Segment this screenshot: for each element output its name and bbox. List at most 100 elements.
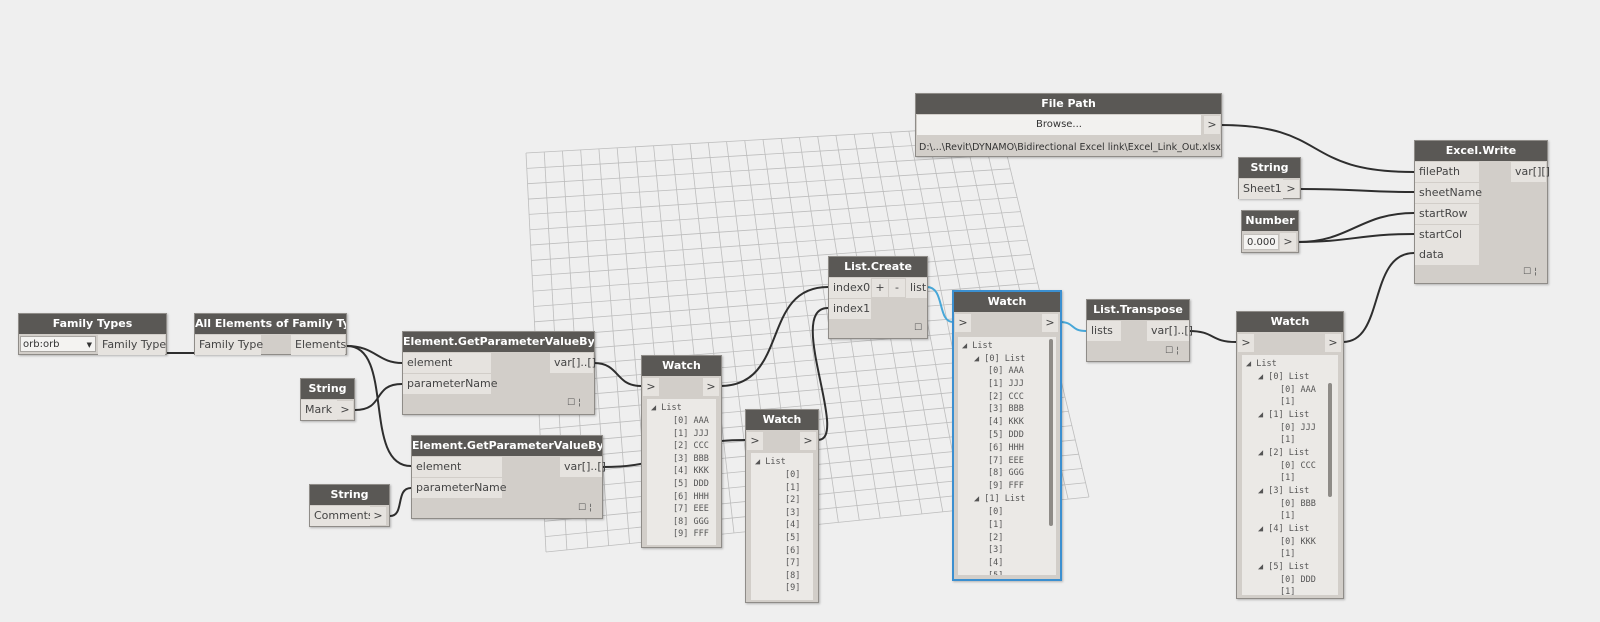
elements-output-port[interactable]: Elements	[291, 335, 346, 355]
collapse-icon[interactable]: ◢	[1258, 486, 1268, 496]
number-node[interactable]: Number 0.000 >	[1241, 210, 1299, 253]
list-transpose-title: List.Transpose	[1087, 300, 1189, 320]
list-group: ◢ [2] List	[1258, 448, 1309, 458]
watch-4-output-port[interactable]: >	[1325, 334, 1341, 352]
watch-node-1[interactable]: Watch > > ◢ List [0] AAA [1] JJJ [2] CCC [3…	[641, 355, 722, 548]
watch-node-3[interactable]: Watch > > ◢ List ◢ [0] List [0] AAA [1] J…	[952, 290, 1062, 581]
list-item: [1] JJJ	[673, 428, 709, 439]
startrow-input-port[interactable]: startRow	[1415, 204, 1479, 224]
watch-3-output-port[interactable]: >	[1042, 314, 1058, 332]
watch-3-panel: ◢ List ◢ [0] List [0] AAA [1] JJJ [2] CCC […	[958, 337, 1056, 575]
string-comments-value[interactable]: Comments	[310, 506, 374, 526]
preview-toggle-icon-3[interactable]: ☐	[914, 323, 922, 333]
collapse-icon[interactable]: ◢	[1258, 524, 1268, 534]
string-mark-output-port[interactable]: >	[337, 401, 353, 419]
family-type-input-port[interactable]: Family Type	[195, 335, 263, 355]
watch-4-panel: ◢ List ◢ [0] List [0] AAA [1] ◢ [1] List [0]…	[1242, 355, 1338, 595]
string-comments-output-port[interactable]: >	[370, 507, 386, 525]
number-output-port[interactable]: >	[1280, 233, 1296, 251]
parameter-name-input-port[interactable]: parameterName	[403, 374, 498, 394]
list-item: [1]	[1280, 511, 1296, 521]
index1-input-port[interactable]: index1	[829, 299, 871, 319]
list-transpose-node[interactable]: List.Transpose lists var[]..[] ☐ ¦	[1086, 299, 1193, 362]
collapse-icon[interactable]: ◢	[1258, 448, 1268, 458]
watch-1-output-port[interactable]: >	[703, 378, 719, 396]
preview-toggle-icon-5[interactable]: ☐ ¦	[1523, 267, 1537, 277]
transpose-output-port[interactable]: var[]..[]	[1147, 321, 1193, 341]
filepath-input-port[interactable]: filePath	[1415, 162, 1479, 182]
watch-4-scrollbar[interactable]	[1328, 383, 1332, 497]
lists-input-port[interactable]: lists	[1087, 321, 1121, 341]
watch-3-input-port[interactable]: >	[955, 314, 971, 332]
startcol-input-port[interactable]: startCol	[1415, 225, 1479, 245]
string-sheet-value[interactable]: Sheet1	[1239, 179, 1283, 199]
watch-node-2[interactable]: Watch > > ◢ List [0] [1] [2] [3] [4] [5] [6] [7…	[745, 409, 819, 603]
sheetname-input-port[interactable]: sheetName	[1415, 183, 1482, 203]
excel-write-output-port[interactable]: var[][]	[1511, 162, 1550, 182]
string-mark-node[interactable]: String Mark >	[300, 378, 355, 421]
wire-sheet-excel	[1299, 188, 1415, 193]
list-item: [8] GGG	[988, 468, 1024, 479]
list-item: [0] AAA	[1280, 385, 1316, 395]
string-sheet-output-port[interactable]: >	[1283, 180, 1299, 198]
list-item: [6] HHH	[673, 491, 709, 502]
number-value-field[interactable]: 0.000	[1243, 234, 1279, 250]
watch-2-output-port[interactable]: >	[800, 432, 816, 450]
excel-write-node[interactable]: Excel.Write filePath sheetName startRow …	[1414, 140, 1550, 284]
family-type-output-port[interactable]: Family Type	[98, 335, 166, 355]
string-mark-value[interactable]: Mark	[301, 400, 337, 420]
list-item: [4] KKK	[988, 417, 1024, 428]
list-create-node[interactable]: List.Create index0 + - list index1 ☐	[828, 256, 928, 339]
string-comments-node[interactable]: String Comments >	[309, 484, 390, 527]
index0-input-port[interactable]: index0	[829, 278, 871, 298]
string-sheet-node[interactable]: String Sheet1 >	[1238, 157, 1301, 199]
family-type-dropdown[interactable]: orb:orb ▼	[20, 336, 96, 352]
watch-3-root: List	[972, 341, 993, 351]
watch-1-input-port[interactable]: >	[643, 378, 659, 396]
collapse-icon[interactable]: ◢	[974, 494, 979, 504]
data-input-port[interactable]: data	[1415, 245, 1479, 265]
file-path-node[interactable]: File Path Browse... > D:\...\Revit\DYNAM…	[915, 93, 1222, 157]
preview-toggle-icon-4[interactable]: ☐ ¦	[1165, 346, 1179, 356]
collapse-icon[interactable]: ◢	[962, 341, 967, 351]
watch-4-input-port[interactable]: >	[1238, 334, 1254, 352]
list-item: [2] CCC	[988, 391, 1024, 402]
wire-number-startcol	[1297, 233, 1415, 243]
get-param-2-title: Element.GetParameterValueByName	[412, 436, 602, 456]
family-types-node[interactable]: Family Types orb:orb ▼ Family Type	[18, 313, 167, 355]
collapse-icon[interactable]: ◢	[755, 457, 760, 467]
get-param-node-2[interactable]: Element.GetParameterValueByName element …	[411, 435, 606, 519]
list-item: [4]	[785, 520, 801, 531]
browse-button[interactable]: Browse...	[917, 115, 1201, 135]
file-path-value: D:\...\Revit\DYNAMO\Bidirectional Excel …	[919, 142, 1221, 153]
list-item: [7] EEE	[988, 455, 1024, 466]
collapse-icon[interactable]: ◢	[651, 403, 656, 413]
element-input-port[interactable]: element	[403, 353, 491, 373]
collapse-icon[interactable]: ◢	[1258, 372, 1268, 382]
watch-node-4[interactable]: Watch > > ◢ List ◢ [0] List [0] AAA [1] ◢ […	[1236, 311, 1344, 599]
watch-2-input-port[interactable]: >	[747, 432, 763, 450]
file-path-output-port[interactable]: >	[1204, 116, 1220, 134]
wire-elements-getparam1	[346, 345, 403, 364]
list-item: [0] JJJ	[1280, 423, 1316, 433]
list-output-port[interactable]: list	[906, 278, 927, 298]
add-input-button[interactable]: +	[872, 279, 888, 297]
element-input-port-2[interactable]: element	[412, 457, 502, 477]
list-group: ◢ [5] List	[1258, 562, 1309, 572]
remove-input-button[interactable]: -	[889, 279, 905, 297]
collapse-icon[interactable]: ◢	[1258, 562, 1268, 572]
get-param-1-output-port[interactable]: var[]..[]	[550, 353, 596, 373]
preview-toggle-icon[interactable]: ☐ ¦	[567, 398, 581, 408]
parameter-name-input-port-2[interactable]: parameterName	[412, 478, 507, 498]
get-param-2-output-port[interactable]: var[]..[]	[560, 457, 606, 477]
all-elements-node[interactable]: All Elements of Family Type Family Type …	[194, 313, 347, 355]
preview-toggle-icon-2[interactable]: ☐ ¦	[578, 503, 592, 513]
watch-3-scrollbar[interactable]	[1049, 339, 1053, 526]
collapse-icon[interactable]: ◢	[1258, 410, 1268, 420]
get-param-node-1[interactable]: Element.GetParameterValueByName element …	[402, 331, 596, 415]
collapse-icon[interactable]: ◢	[1246, 359, 1251, 369]
list-group-label: [1] List	[1268, 410, 1310, 420]
family-types-title: Family Types	[19, 314, 166, 334]
list-item: [1]	[1280, 397, 1296, 407]
collapse-icon[interactable]: ◢	[974, 354, 979, 364]
